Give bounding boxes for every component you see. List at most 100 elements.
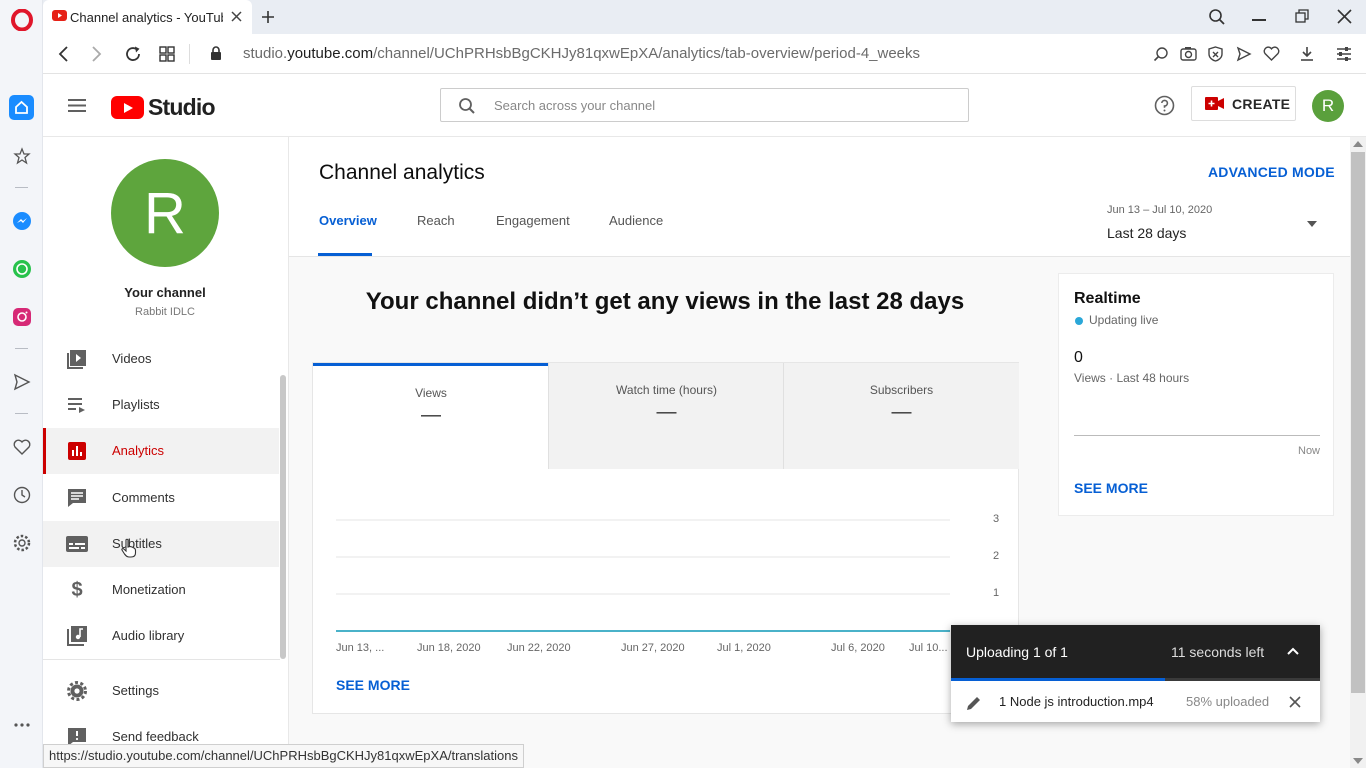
- x-tick-label: Jun 27, 2020: [621, 642, 685, 654]
- studio-logo[interactable]: Studio: [111, 94, 216, 121]
- account-avatar[interactable]: R: [1312, 90, 1344, 122]
- tabs-grid-icon[interactable]: [159, 46, 175, 62]
- y-tick-label: 2: [993, 550, 1000, 562]
- browser-tab[interactable]: Channel analytics - YouTub: [43, 0, 252, 34]
- nav-item-label: Videos: [112, 351, 152, 366]
- easy-setup-icon[interactable]: [1336, 46, 1352, 62]
- scroll-up-icon[interactable]: [1353, 141, 1363, 147]
- nav-item-settings[interactable]: Settings: [43, 668, 279, 714]
- realtime-see-more-link[interactable]: SEE MORE: [1074, 480, 1148, 496]
- mouse-cursor-icon: [121, 538, 137, 558]
- metric-value: —: [421, 404, 441, 426]
- messenger-icon[interactable]: [10, 209, 33, 232]
- create-button[interactable]: CREATE: [1191, 86, 1296, 121]
- opera-logo-icon[interactable]: [10, 8, 33, 31]
- date-range-picker[interactable]: Jun 13 – Jul 10, 2020 Last 28 days: [1107, 203, 1329, 245]
- nav-item-comments[interactable]: Comments: [43, 475, 279, 521]
- upload-toast: Uploading 1 of 1 11 seconds left 1 Node …: [951, 625, 1320, 722]
- see-more-link[interactable]: SEE MORE: [336, 677, 410, 693]
- more-icon[interactable]: [10, 713, 33, 736]
- send-icon[interactable]: [10, 370, 33, 393]
- views-chart: [336, 519, 950, 632]
- advanced-mode-link[interactable]: ADVANCED MODE: [1208, 164, 1335, 180]
- nav-item-playlists[interactable]: Playlists: [43, 382, 279, 428]
- nav-item-subtitles[interactable]: Subtitles: [43, 521, 279, 567]
- metric-value: —: [891, 401, 912, 423]
- nav-item-videos[interactable]: Videos: [43, 336, 279, 382]
- live-dot-icon: [1075, 317, 1083, 325]
- video-camera-icon: [1205, 97, 1224, 110]
- tab-audience[interactable]: Audience: [609, 213, 663, 228]
- edit-pencil-icon[interactable]: [966, 695, 982, 711]
- period-label: Last 28 days: [1107, 225, 1187, 241]
- hamburger-menu-icon[interactable]: [68, 99, 86, 112]
- help-icon[interactable]: [1154, 95, 1175, 116]
- nav-item-audio-library[interactable]: Audio library: [43, 613, 279, 659]
- chevron-up-icon[interactable]: [1287, 647, 1299, 655]
- nav-scrollbar[interactable]: [280, 375, 286, 659]
- metric-watch-time[interactable]: Watch time (hours) —: [548, 363, 784, 469]
- back-icon[interactable]: [57, 45, 69, 63]
- reload-icon[interactable]: [124, 45, 142, 63]
- tab-close-icon[interactable]: [230, 10, 243, 23]
- nav-item-analytics[interactable]: Analytics: [43, 428, 279, 474]
- tab-overview[interactable]: Overview: [319, 213, 377, 228]
- realtime-axis: [1074, 435, 1320, 436]
- settings-gear-icon: [66, 680, 88, 702]
- forward-icon[interactable]: [91, 45, 103, 63]
- separator: [15, 413, 28, 414]
- metric-value: —: [656, 401, 677, 423]
- tab-reach[interactable]: Reach: [417, 213, 455, 228]
- upload-toast-header[interactable]: Uploading 1 of 1 11 seconds left: [951, 625, 1320, 681]
- studio-logo-text: Studio: [148, 94, 216, 120]
- instagram-icon[interactable]: [10, 305, 33, 328]
- search-input[interactable]: Search across your channel: [494, 98, 655, 113]
- scroll-thumb[interactable]: [1351, 152, 1365, 693]
- scroll-down-icon[interactable]: [1353, 758, 1363, 764]
- new-tab-icon[interactable]: [260, 9, 276, 25]
- tab-engagement[interactable]: Engagement: [496, 213, 570, 228]
- realtime-title: Realtime: [1074, 290, 1141, 307]
- x-tick-label: Jul 1, 2020: [717, 642, 771, 654]
- favorite-heart-icon[interactable]: [1263, 46, 1280, 61]
- home-icon[interactable]: [9, 95, 34, 120]
- download-icon[interactable]: [1299, 46, 1315, 62]
- x-tick-label: Jun 18, 2020: [417, 642, 481, 654]
- share-send-icon[interactable]: [1236, 46, 1252, 62]
- x-tick-label: Jun 22, 2020: [507, 642, 571, 654]
- youtube-logo-icon: [111, 96, 144, 119]
- browser-sidebar: [0, 0, 43, 768]
- camera-icon[interactable]: [1180, 46, 1197, 61]
- url-domain: youtube.com: [287, 45, 374, 62]
- subtitles-icon: [66, 533, 88, 555]
- nav-item-monetization[interactable]: $ Monetization: [43, 567, 279, 613]
- dollar-icon: $: [71, 578, 83, 601]
- channel-avatar[interactable]: R: [111, 159, 219, 267]
- dropdown-arrow-icon: [1307, 221, 1317, 227]
- bookmarks-icon[interactable]: [10, 144, 33, 167]
- restore-icon[interactable]: [1295, 9, 1309, 23]
- window-close-icon[interactable]: [1337, 9, 1352, 24]
- ad-blocker-icon[interactable]: [1208, 46, 1223, 62]
- lock-icon[interactable]: [210, 46, 222, 61]
- history-icon[interactable]: [10, 483, 33, 506]
- tab-search-icon[interactable]: [1208, 8, 1226, 26]
- channel-search[interactable]: Search across your channel: [440, 88, 969, 122]
- metric-views[interactable]: Views —: [313, 363, 549, 469]
- cancel-upload-icon[interactable]: [1289, 696, 1301, 708]
- settings-icon[interactable]: [10, 531, 33, 554]
- upload-header: Uploading 1 of 1: [966, 644, 1068, 660]
- date-range: Jun 13 – Jul 10, 2020: [1107, 204, 1213, 216]
- divider: [189, 44, 190, 64]
- zoom-search-icon[interactable]: [1153, 46, 1169, 62]
- heart-icon[interactable]: [10, 435, 33, 458]
- address-bar: studio.youtube.com/channel/UChPRHsbBgCKH…: [43, 34, 1366, 74]
- minimize-icon[interactable]: [1252, 19, 1266, 21]
- nav-item-label: Settings: [112, 683, 159, 698]
- whatsapp-icon[interactable]: [10, 257, 33, 280]
- page-scrollbar[interactable]: [1350, 137, 1366, 768]
- metric-subscribers[interactable]: Subscribers —: [783, 363, 1019, 469]
- no-views-headline: Your channel didn’t get any views in the…: [365, 288, 965, 315]
- nav-item-label: Analytics: [112, 443, 165, 458]
- url-field[interactable]: studio.youtube.com/channel/UChPRHsbBgCKH…: [243, 45, 920, 62]
